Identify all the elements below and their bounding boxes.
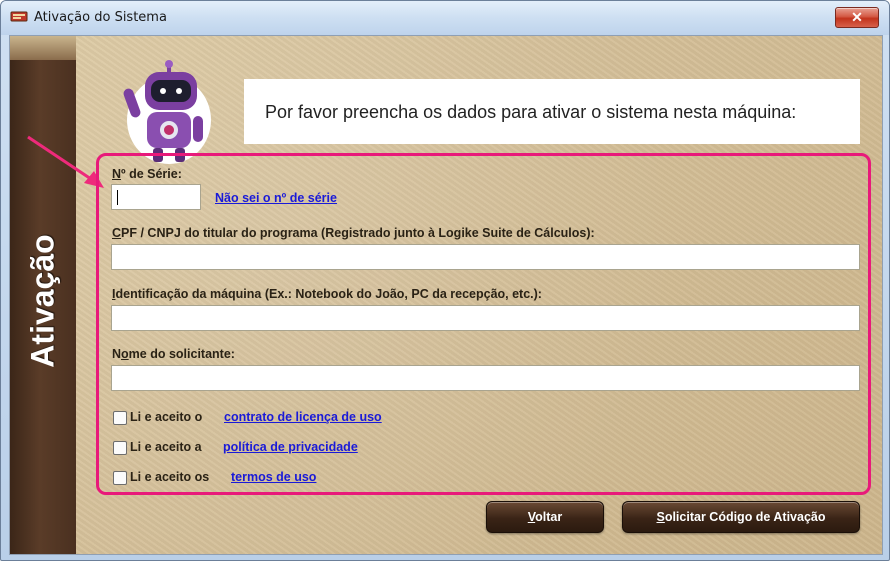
sidebar-label: Ativação: [24, 234, 61, 368]
close-button[interactable]: ✕: [835, 7, 879, 28]
serial-label: Nº de Série:: [112, 167, 182, 181]
window-title: Ativação do Sistema: [34, 10, 167, 25]
license-checkbox[interactable]: [113, 411, 127, 425]
privacy-checkbox[interactable]: [113, 441, 127, 455]
privacy-prefix: Li e aceito a: [130, 440, 202, 454]
app-icon: [10, 11, 28, 22]
instruction-text: Por favor preencha os dados para ativar …: [265, 102, 797, 122]
terms-checkbox[interactable]: [113, 471, 127, 485]
activation-window: Ativação do Sistema ✕ Ativação Por favor…: [0, 0, 890, 561]
serial-help-link[interactable]: Não sei o nº de série: [215, 191, 337, 205]
close-icon: ✕: [851, 9, 863, 25]
machine-input[interactable]: [111, 305, 860, 331]
terms-prefix: Li e aceito os: [130, 470, 210, 484]
license-link[interactable]: contrato de licença de uso: [224, 410, 382, 424]
cpf-label: CPF / CNPJ do titular do programa (Regis…: [112, 226, 595, 240]
back-button[interactable]: Voltar: [486, 501, 604, 533]
serial-input[interactable]: [111, 184, 201, 210]
sidebar: Ativação: [10, 36, 76, 554]
title-bar[interactable]: Ativação do Sistema ✕: [1, 1, 889, 35]
text-caret: [117, 190, 118, 205]
license-prefix: Li e aceito o: [130, 410, 203, 424]
requester-label: Nome do solicitante:: [112, 347, 235, 361]
client-area: Ativação Por favor preencha os dados par…: [9, 35, 883, 555]
instruction-box: Por favor preencha os dados para ativar …: [244, 79, 860, 144]
cpf-input[interactable]: [111, 244, 860, 270]
request-activation-code-button[interactable]: Solicitar Código de Ativação: [622, 501, 860, 533]
privacy-link[interactable]: política de privacidade: [223, 440, 358, 454]
requester-input[interactable]: [111, 365, 860, 391]
machine-label: Identificação da máquina (Ex.: Notebook …: [112, 287, 542, 301]
terms-link[interactable]: termos de uso: [231, 470, 316, 484]
